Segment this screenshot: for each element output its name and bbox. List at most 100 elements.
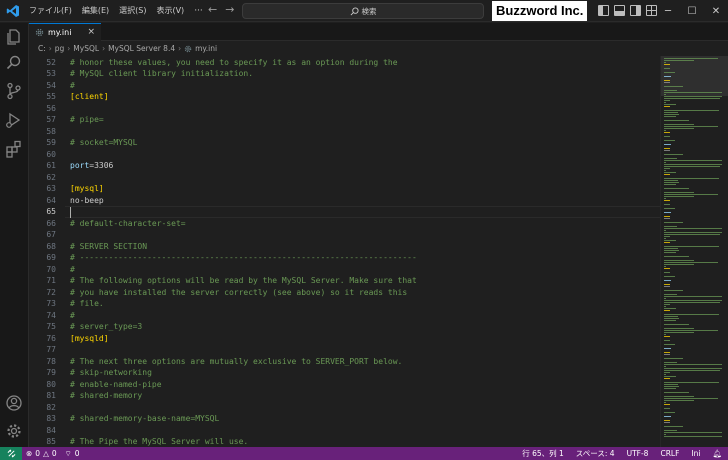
minimap-line <box>664 64 671 65</box>
toggle-secondary-sidebar-icon[interactable] <box>630 5 641 16</box>
breadcrumb-item-file[interactable]: my.ini <box>195 44 217 53</box>
code-line[interactable]: 52 # honor these values, you need to spec… <box>29 57 660 69</box>
code-line[interactable]: 53 # MySQL client library initialization. <box>29 68 660 80</box>
code-line[interactable]: 83 # shared-memory-base-name=MYSQL <box>29 413 660 425</box>
code-line[interactable]: 57 # pipe= <box>29 114 660 126</box>
minimap-line <box>664 402 666 403</box>
account-icon[interactable] <box>4 393 24 413</box>
extensions-icon[interactable] <box>4 139 24 159</box>
minimap-line <box>664 80 670 81</box>
code-line[interactable]: 55 [client] <box>29 91 660 103</box>
minimap-line <box>664 178 720 179</box>
indentation[interactable]: スペース: 4 <box>570 447 621 460</box>
minimap-line <box>664 236 670 237</box>
minimap-line <box>664 290 684 291</box>
problems-indicator[interactable]: ⊗ 0 △ 0 <box>26 449 57 458</box>
code-line[interactable]: 85 # The Pipe the MySQL Server will use. <box>29 436 660 447</box>
minimap-line <box>664 196 695 197</box>
close-window-icon[interactable]: ✕ <box>704 0 728 22</box>
code-line[interactable]: 58 <box>29 126 660 138</box>
code-line[interactable]: 75 # server_type=3 <box>29 321 660 333</box>
code-line[interactable]: 69 # ------------------------------------… <box>29 252 660 264</box>
notifications-bell-icon[interactable]: 🔔︎ <box>706 447 728 460</box>
line-number: 61 <box>46 161 56 170</box>
cursor-position[interactable]: 行 65、列 1 <box>516 447 570 460</box>
code-line[interactable]: 73 # file. <box>29 298 660 310</box>
explorer-icon[interactable] <box>4 27 24 47</box>
back-arrow-icon[interactable]: ← <box>208 3 217 16</box>
minimap-line <box>664 208 676 209</box>
minimap-line <box>664 144 672 145</box>
code-line[interactable]: 78 # The next three options are mutually … <box>29 356 660 368</box>
code-line[interactable]: 60 <box>29 149 660 161</box>
minimap-line <box>664 386 680 387</box>
minimize-icon[interactable]: ─ <box>656 0 680 22</box>
menu-view[interactable]: 表示(V) <box>151 0 189 22</box>
code-line[interactable]: 61 port=3306 <box>29 160 660 172</box>
toggle-primary-sidebar-icon[interactable] <box>598 5 609 16</box>
command-center-search[interactable]: 検索 <box>242 3 484 19</box>
file-encoding[interactable]: UTF-8 <box>621 447 655 460</box>
code-line[interactable]: 63 [mysql] <box>29 183 660 195</box>
ports-indicator[interactable]: ⌔ 0 <box>65 449 80 459</box>
breadcrumb-item-mysql-server[interactable]: MySQL Server 8.4 <box>108 44 175 53</box>
breadcrumb-item-drive[interactable]: C: <box>38 44 46 53</box>
code-line[interactable]: 59 # socket=MYSQL <box>29 137 660 149</box>
code-line[interactable]: 67 <box>29 229 660 241</box>
code-line[interactable]: 72 # you have installed the server correc… <box>29 287 660 299</box>
code-line[interactable]: 74 # <box>29 310 660 322</box>
minimap-line <box>664 246 720 247</box>
forward-arrow-icon[interactable]: → <box>225 3 234 16</box>
language-mode[interactable]: Ini <box>685 447 706 460</box>
code-line[interactable]: 70 # <box>29 264 660 276</box>
code-line[interactable]: 79 # skip-networking <box>29 367 660 379</box>
menu-bar: ファイル(F) 編集(E) 選択(S) 表示(V) ··· <box>24 0 208 22</box>
minimap-line <box>664 162 666 163</box>
tab-close-icon[interactable]: × <box>87 27 95 37</box>
minimap-line <box>664 416 672 417</box>
code-line[interactable]: 82 <box>29 402 660 414</box>
toggle-panel-icon[interactable] <box>614 5 625 16</box>
minimap-line <box>664 266 666 267</box>
minimap-line <box>664 106 671 107</box>
code-line[interactable]: 76 [mysqld] <box>29 333 660 345</box>
breadcrumb-item-mysql[interactable]: MySQL <box>73 44 99 53</box>
menu-file[interactable]: ファイル(F) <box>24 0 77 22</box>
menu-more-button[interactable]: ··· <box>189 6 208 16</box>
remote-indicator[interactable] <box>0 447 22 460</box>
code-editor[interactable]: 52 # honor these values, you need to spec… <box>29 56 660 447</box>
maximize-icon[interactable]: ☐ <box>680 0 704 22</box>
end-of-line[interactable]: CRLF <box>654 447 685 460</box>
source-control-icon[interactable] <box>4 81 24 101</box>
code-line[interactable]: 66 # default-character-set= <box>29 218 660 230</box>
minimap-line <box>664 388 676 389</box>
code-line[interactable]: 84 <box>29 425 660 437</box>
code-line[interactable]: 68 # SERVER SECTION <box>29 241 660 253</box>
minimap-line <box>664 164 722 165</box>
code-line[interactable]: 54 # <box>29 80 660 92</box>
search-view-icon[interactable] <box>4 53 24 73</box>
code-line[interactable]: 71 # The following options will be read b… <box>29 275 660 287</box>
remote-icon <box>7 449 15 458</box>
code-line[interactable]: 62 <box>29 172 660 184</box>
code-line[interactable]: 56 <box>29 103 660 115</box>
minimap-line <box>664 166 720 167</box>
code-line[interactable]: 65 <box>29 206 660 218</box>
tab-my-ini[interactable]: my.ini × <box>29 23 101 41</box>
code-line[interactable]: 81 # shared-memory <box>29 390 660 402</box>
breadcrumb-item-pg[interactable]: pg <box>55 44 65 53</box>
run-debug-icon[interactable] <box>4 110 24 130</box>
menu-selection[interactable]: 選択(S) <box>114 0 151 22</box>
minimap-line <box>664 252 676 253</box>
line-text: # skip-networking <box>70 368 152 377</box>
menu-edit[interactable]: 編集(E) <box>77 0 114 22</box>
minimap-line <box>664 204 670 205</box>
manage-gear-icon[interactable] <box>4 421 24 441</box>
window-controls: ─ ☐ ✕ <box>656 0 728 22</box>
minimap-line <box>664 90 677 91</box>
code-line[interactable]: 64 no-beep <box>29 195 660 207</box>
code-line[interactable]: 77 <box>29 344 660 356</box>
minimap[interactable] <box>660 56 728 447</box>
code-line[interactable]: 80 # enable-named-pipe <box>29 379 660 391</box>
minimap-line <box>664 120 689 121</box>
